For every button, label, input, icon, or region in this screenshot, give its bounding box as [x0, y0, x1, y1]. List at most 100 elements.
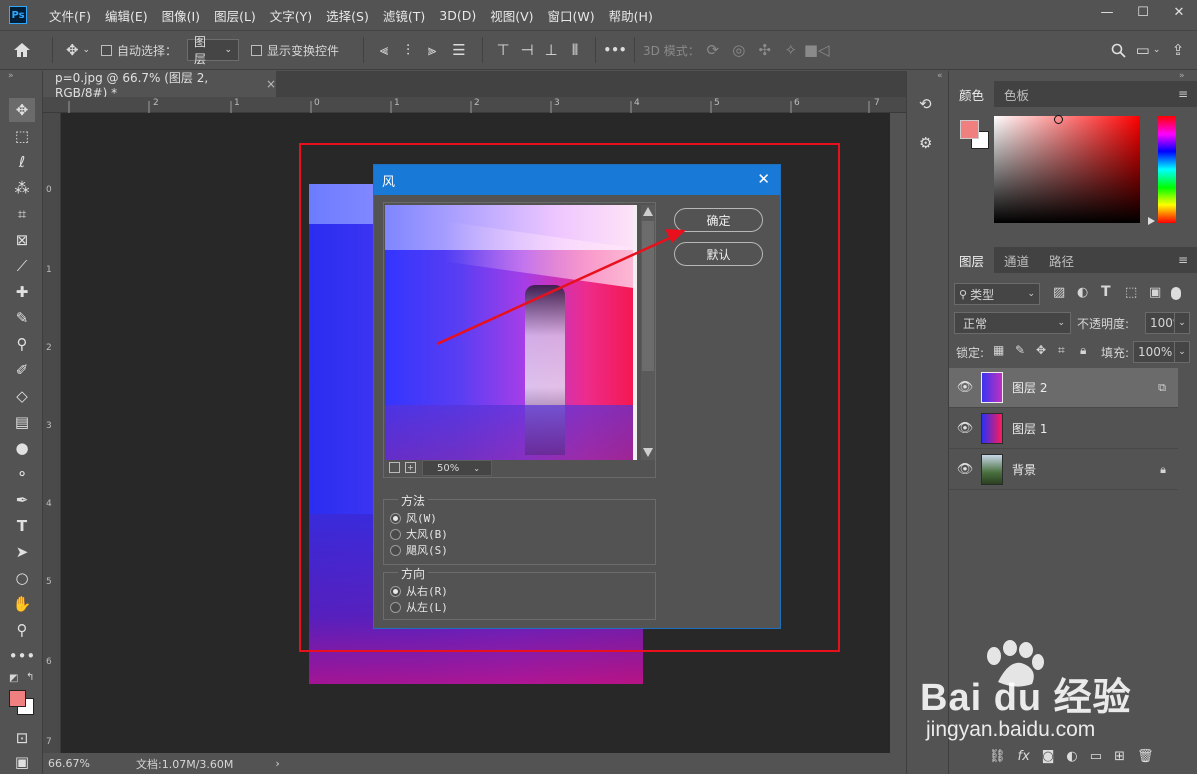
- menu-filter[interactable]: 滤镜(T): [383, 6, 425, 25]
- zoom-tool-icon[interactable]: ⚲: [9, 618, 35, 642]
- collapse-panels-icon[interactable]: »: [1179, 71, 1185, 81]
- filter-smart-object-icon[interactable]: ▣: [1149, 285, 1161, 300]
- minimize-button[interactable]: —: [1089, 0, 1125, 24]
- clone-stamp-tool-icon[interactable]: ⚲: [9, 332, 35, 356]
- edit-toolbar-icon[interactable]: •••: [9, 644, 36, 668]
- scroll-up-icon[interactable]: [643, 207, 653, 216]
- color-panel-menu-icon[interactable]: ≡: [1178, 87, 1188, 101]
- collapse-toolbar-icon[interactable]: »: [8, 71, 14, 81]
- distribute-icon[interactable]: ☰: [444, 41, 474, 59]
- share-icon[interactable]: ⇪: [1165, 41, 1191, 59]
- align-left-icon[interactable]: ⫷: [372, 41, 396, 59]
- frame-tool-icon[interactable]: ⊠: [9, 228, 35, 252]
- tab-color[interactable]: 颜色: [949, 81, 995, 107]
- history-brush-tool-icon[interactable]: ✐: [9, 358, 35, 382]
- properties-panel-icon[interactable]: ⚙: [919, 134, 932, 152]
- crop-tool-icon[interactable]: ⌗: [9, 202, 35, 226]
- healing-brush-tool-icon[interactable]: ✚: [9, 280, 35, 304]
- quick-select-tool-icon[interactable]: ⁂: [9, 176, 35, 200]
- zoom-out-icon[interactable]: [389, 462, 400, 473]
- visibility-eye-icon[interactable]: 👁︎: [949, 380, 981, 395]
- path-select-tool-icon[interactable]: ➤: [9, 540, 35, 564]
- auto-select-checkbox[interactable]: 自动选择：: [101, 42, 177, 59]
- move-tool-icon[interactable]: ✥: [9, 98, 35, 122]
- panel-foreground-swatch[interactable]: [960, 120, 979, 139]
- lock-all-icon[interactable]: 🔒︎: [1080, 343, 1086, 358]
- visibility-eye-icon[interactable]: 👁︎: [949, 462, 981, 477]
- method-wind-radio[interactable]: 风(W): [390, 510, 437, 526]
- history-panel-icon[interactable]: ⟲: [919, 95, 932, 113]
- collapse-dock-icon[interactable]: «: [937, 71, 943, 81]
- align-top-icon[interactable]: ⊤: [491, 41, 515, 59]
- lock-position-icon[interactable]: ✥: [1036, 343, 1046, 357]
- lasso-tool-icon[interactable]: ℓ: [9, 150, 35, 174]
- method-blast-radio[interactable]: 大风(B): [390, 526, 448, 542]
- eraser-tool-icon[interactable]: ◇: [9, 384, 35, 408]
- preview-zoom-select[interactable]: 50% ⌄: [422, 460, 492, 476]
- opacity-dropdown-icon[interactable]: ⌄: [1174, 312, 1190, 334]
- menu-3d[interactable]: 3D(D): [439, 8, 476, 23]
- align-right-icon[interactable]: ⫸: [420, 41, 444, 59]
- menu-type[interactable]: 文字(Y): [270, 6, 312, 25]
- close-window-button[interactable]: ✕: [1161, 0, 1197, 24]
- eyedropper-tool-icon[interactable]: ⟋: [9, 254, 35, 278]
- preview-scrollbar[interactable]: [641, 205, 655, 460]
- distribute-vertical-icon[interactable]: ⫴: [563, 41, 587, 59]
- align-center-icon[interactable]: ⫶: [396, 41, 420, 59]
- filter-type-icon[interactable]: T: [1101, 284, 1111, 300]
- hue-slider-handle-icon[interactable]: [1148, 217, 1155, 225]
- layer-row[interactable]: 👁︎ 图层 2 ⧉: [949, 368, 1178, 408]
- lock-transparency-icon[interactable]: ▦: [993, 343, 1004, 357]
- home-icon[interactable]: [0, 42, 44, 58]
- filter-toggle[interactable]: [1171, 287, 1181, 300]
- swap-colors-icon[interactable]: ↰: [26, 672, 34, 683]
- direction-right-radio[interactable]: 从右(R): [390, 583, 448, 599]
- dialog-close-icon[interactable]: ✕: [757, 170, 770, 188]
- layer-row[interactable]: 👁︎ 图层 1: [949, 409, 1178, 449]
- preview-image[interactable]: [385, 205, 637, 460]
- zoom-level[interactable]: 66.67%: [48, 757, 126, 770]
- align-bottom-icon[interactable]: ⊥: [539, 41, 563, 59]
- zoom-in-icon[interactable]: +: [405, 462, 416, 473]
- default-button[interactable]: 默认: [674, 242, 763, 266]
- brush-tool-icon[interactable]: ✎: [9, 306, 35, 330]
- fill-input[interactable]: 100%: [1133, 341, 1175, 363]
- quick-mask-icon[interactable]: ⊡: [9, 726, 35, 750]
- direction-left-radio[interactable]: 从左(L): [390, 599, 448, 615]
- tab-channels[interactable]: 通道: [994, 247, 1039, 273]
- auto-select-target-select[interactable]: 图层 ⌄: [187, 35, 240, 66]
- foreground-color-swatch[interactable]: [9, 690, 26, 707]
- scroll-thumb[interactable]: [642, 221, 654, 371]
- fill-dropdown-icon[interactable]: ⌄: [1174, 341, 1190, 363]
- search-icon[interactable]: [1105, 43, 1131, 58]
- menu-window[interactable]: 窗口(W): [548, 6, 595, 25]
- blend-mode-select[interactable]: 正常 ⌄: [954, 312, 1071, 334]
- more-options-button[interactable]: •••: [604, 43, 627, 57]
- menu-help[interactable]: 帮助(H): [609, 6, 653, 25]
- tab-swatches[interactable]: 色板: [994, 81, 1039, 107]
- layer-row[interactable]: 👁︎ 背景 🔒︎: [949, 450, 1178, 490]
- marquee-tool-icon[interactable]: ⬚: [9, 124, 35, 148]
- align-middle-icon[interactable]: ⊣: [515, 41, 539, 59]
- ok-button[interactable]: 确定: [674, 208, 763, 232]
- visibility-eye-icon[interactable]: 👁︎: [949, 421, 981, 436]
- tab-layers[interactable]: 图层: [949, 247, 995, 273]
- layers-panel-menu-icon[interactable]: ≡: [1178, 253, 1188, 267]
- lock-pixels-icon[interactable]: ✎: [1015, 343, 1025, 357]
- hand-tool-icon[interactable]: ✋: [9, 592, 35, 616]
- tab-paths[interactable]: 路径: [1039, 247, 1084, 273]
- dodge-tool-icon[interactable]: ⚬: [9, 462, 35, 486]
- menu-edit[interactable]: 编辑(E): [105, 6, 148, 25]
- lock-artboard-icon[interactable]: ⌗: [1058, 343, 1065, 358]
- move-tool-preset-icon[interactable]: ✥ ⌄: [61, 41, 95, 59]
- layer-filter-select[interactable]: ⚲ 类型 ⌄: [954, 283, 1040, 305]
- workspace-icon[interactable]: ▭ ⌄: [1131, 41, 1165, 59]
- pen-tool-icon[interactable]: ✒: [9, 488, 35, 512]
- maximize-button[interactable]: ☐: [1125, 0, 1161, 24]
- method-stagger-radio[interactable]: 飓风(S): [390, 542, 448, 558]
- show-transform-checkbox[interactable]: 显示变换控件: [251, 42, 339, 59]
- scroll-down-icon[interactable]: [643, 448, 653, 457]
- menu-image[interactable]: 图像(I): [162, 6, 200, 25]
- color-field[interactable]: [994, 115, 1140, 223]
- ellipse-tool-icon[interactable]: ○: [9, 566, 35, 590]
